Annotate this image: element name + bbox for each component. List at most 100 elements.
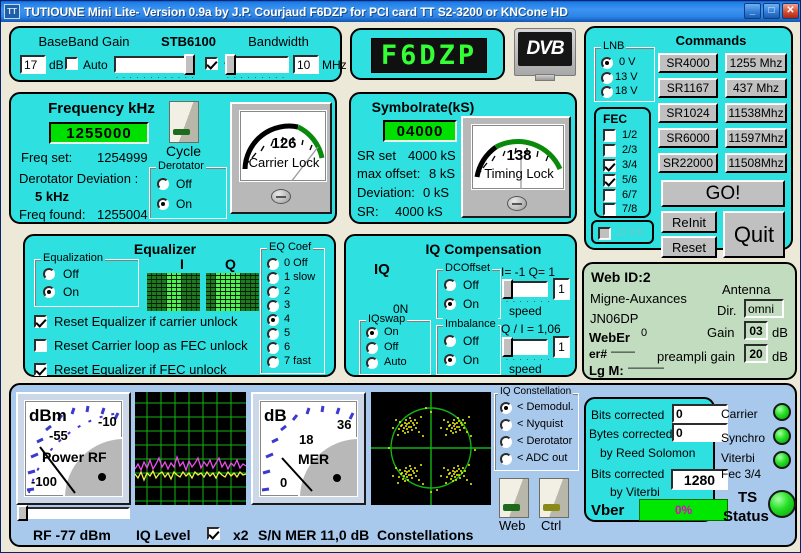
frequency-title: Frequency kHz [48, 100, 155, 117]
reinit-button[interactable]: ReInit [661, 211, 717, 233]
bandwidth-slider-thumb[interactable] [225, 54, 236, 75]
reset-carrier-loop-label: Reset Carrier loop as FEC unlock [54, 338, 248, 353]
lnb-radio-13v[interactable] [601, 72, 613, 84]
eq-coef-radio-2[interactable] [267, 286, 279, 298]
antenna-dir-input[interactable]: omni [744, 299, 784, 318]
x2-checkbox[interactable] [207, 527, 220, 540]
minimize-button[interactable]: _ [744, 3, 761, 19]
quit-button[interactable]: Quit [723, 211, 785, 258]
level-scope-slider-track[interactable] [17, 507, 130, 519]
fec-checkbox-1-2[interactable] [603, 129, 616, 142]
freq-button-1255mhz[interactable]: 1255 Mhz [725, 53, 787, 73]
maximize-button[interactable]: □ [763, 3, 780, 19]
fec-checkbox-3-4[interactable] [603, 159, 616, 172]
web-toggle-switch[interactable] [499, 478, 529, 518]
derotator-radio-off[interactable] [157, 178, 169, 190]
viterbi-bits-label: Bits corrected [591, 467, 665, 481]
lnb-label-18v: 18 V [615, 85, 638, 97]
derotator-label-on: On [176, 197, 193, 211]
bandwidth-input[interactable]: 10 [293, 55, 319, 74]
gain-input[interactable]: 17 [20, 55, 46, 74]
preampli-input[interactable]: 20 [744, 344, 768, 363]
freq-button-11508mhz[interactable]: 11508Mhz [725, 153, 787, 173]
auto-gain-checkbox[interactable] [65, 57, 78, 70]
fec-label-5-6: 5/6 [622, 174, 638, 186]
timing-lock-knob[interactable] [507, 196, 527, 211]
dcoffset-radio-off[interactable] [444, 279, 456, 291]
iqswap-radio-off[interactable] [366, 342, 378, 354]
antenna-label: Antenna [722, 282, 771, 297]
constellation-radio-derotator[interactable] [500, 436, 512, 448]
constellation-radio-adcout[interactable] [500, 453, 512, 465]
eq-i-bars [147, 273, 200, 311]
sr-button-sr1024[interactable]: SR1024 [658, 103, 718, 123]
gain-slider-track[interactable] [114, 56, 194, 73]
iqswap-radio-on[interactable] [366, 327, 378, 339]
equalization-label-on: On [63, 285, 80, 299]
application-window: TT TUTIOUNE Mini Lite- Version 0.9a by J… [0, 0, 801, 553]
equalization-radio-off[interactable] [43, 268, 55, 280]
eq-coef-group: EQ Coef 0 Off 1 slow 2 3 4 5 6 7 fast [260, 241, 325, 374]
constellation-radio-nyquist[interactable] [500, 419, 512, 431]
imbalance-radio-off[interactable] [444, 335, 456, 347]
iqswap-radio-auto[interactable] [366, 357, 378, 369]
lnb-radio-18v[interactable] [601, 86, 613, 98]
fec-checkbox-2-3[interactable] [603, 144, 616, 157]
dc-speed-slider-thumb[interactable] [502, 279, 513, 299]
freq-button-437mhz[interactable]: 437 Mhz [725, 78, 787, 98]
eq-q-label: Q [225, 256, 236, 272]
sr-button-sr1167[interactable]: SR1167 [658, 78, 718, 98]
imbalance-radio-on[interactable] [444, 354, 456, 366]
bandwidth-slider-track[interactable] [229, 56, 289, 73]
eq-coef-radio-1[interactable] [267, 272, 279, 284]
fec-checkbox-6-7[interactable] [603, 189, 616, 202]
lnb-radio-0v[interactable] [601, 57, 613, 69]
reset-eq-fec-checkbox[interactable] [34, 363, 47, 376]
reset-button[interactable]: Reset [661, 236, 717, 258]
derotator-radio-on[interactable] [157, 198, 169, 210]
freq-button-11538mhz[interactable]: 11538Mhz [725, 103, 787, 123]
fec-label-1-2: 1/2 [622, 129, 638, 141]
eq-coef-radio-5[interactable] [267, 328, 279, 340]
antenna-gain-input[interactable]: 03 [744, 321, 768, 340]
carrier-lock-knob[interactable] [271, 189, 291, 204]
imbalance-speed-slider-thumb[interactable] [502, 337, 513, 357]
eq-coef-radio-7[interactable] [267, 356, 279, 368]
cycle-toggle-switch[interactable] [169, 101, 199, 143]
eq-coef-radio-6[interactable] [267, 342, 279, 354]
power-rf-min: -100 [31, 474, 58, 489]
dc-speed-value[interactable]: 1 [553, 278, 570, 300]
plus3db-checkbox[interactable] [205, 57, 218, 70]
dcoffset-radio-on[interactable] [444, 298, 456, 310]
close-button[interactable]: ✕ [782, 3, 799, 19]
tone-22khz-checkbox[interactable] [598, 227, 611, 240]
eq-coef-radio-0[interactable] [267, 258, 279, 270]
level-scope-plot [135, 392, 246, 505]
viterbi-status-label: Viterbi [721, 451, 755, 465]
fec-checkbox-7-8[interactable] [603, 203, 616, 216]
iq-label: IQ [374, 261, 390, 278]
bytes-corrected-value[interactable]: 0 [672, 423, 728, 442]
go-button[interactable]: GO! [661, 180, 785, 207]
eq-coef-radio-3[interactable] [267, 300, 279, 312]
ctrl-toggle-switch[interactable] [539, 478, 569, 518]
constellation-radio-demodul[interactable] [500, 402, 512, 414]
x2-label: x2 [233, 527, 249, 543]
level-scope-slider-thumb[interactable] [17, 505, 28, 521]
reset-carrier-loop-checkbox[interactable] [34, 339, 47, 352]
sr-value: 4000 kS [395, 204, 443, 219]
gain-slider-thumb[interactable] [184, 54, 195, 75]
eq-coef-radio-4[interactable] [267, 314, 279, 326]
bits-corrected-value[interactable]: 0 [672, 404, 728, 423]
reset-eq-carrier-checkbox[interactable] [34, 315, 47, 328]
viterbi-bits-value[interactable]: 1280 [671, 469, 728, 490]
sr-button-sr22000[interactable]: SR22000 [658, 153, 718, 173]
lnb-label-0v: 0 V [619, 56, 636, 68]
equalization-radio-on[interactable] [43, 286, 55, 298]
weber-value: 0 [641, 327, 648, 339]
freq-button-11597mhz[interactable]: 11597Mhz [725, 128, 787, 148]
sr-button-sr4000[interactable]: SR4000 [658, 53, 718, 73]
sr-button-sr6000[interactable]: SR6000 [658, 128, 718, 148]
fec-checkbox-5-6[interactable] [603, 174, 616, 187]
imbalance-speed-value[interactable]: 1 [553, 336, 570, 358]
